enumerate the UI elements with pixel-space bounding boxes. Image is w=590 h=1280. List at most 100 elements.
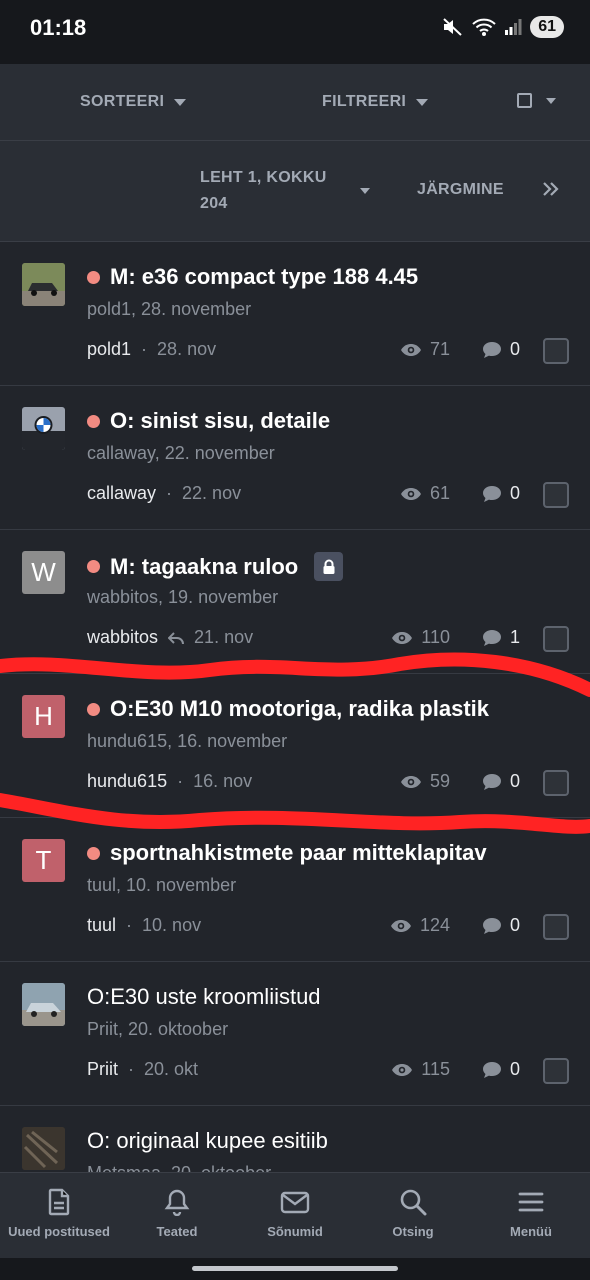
thread-stats: 59 0 [400,771,520,792]
filter-button[interactable]: FILTREERI [322,93,429,111]
thread-title-text: O:E30 M10 mootoriga, radika plastik [110,696,490,721]
avatar[interactable]: W [22,551,65,594]
thread-row[interactable]: H O:E30 M10 mootoriga, radika plastik hu… [0,674,590,818]
comment-icon [482,773,501,790]
nav-menu[interactable]: Menüü [472,1173,590,1258]
last-poster[interactable]: wabbitos [87,627,158,648]
last-poster[interactable]: hundu615 [87,771,167,792]
sort-button[interactable]: SORTEERI [80,93,187,111]
last-post-date[interactable]: 10. nov [142,915,201,936]
eye-icon [390,919,411,932]
bmw-car-photo-icon [22,407,65,450]
avatar[interactable]: T [22,839,65,882]
eye-icon [392,1063,413,1076]
last-page-button[interactable] [542,181,560,197]
thread-meta: pold1 · 28. nov [87,339,216,360]
thread-title[interactable]: M: tagaakna ruloo [87,552,570,581]
eye-icon [400,775,421,788]
comment-icon [482,485,501,502]
last-post-date[interactable]: 22. nov [182,483,241,504]
document-icon [48,1188,70,1216]
mute-icon [443,18,462,36]
select-all-button[interactable] [517,93,556,108]
thread-row[interactable]: T sportnahkistmete paar mitteklapitav tu… [0,818,590,962]
thread-title[interactable]: O: sinist sisu, detaile [87,408,570,434]
thread-title[interactable]: O:E30 M10 mootoriga, radika plastik [87,696,570,722]
last-post-date[interactable]: 28. nov [157,339,216,360]
views-count: 59 [400,771,450,792]
views-count: 61 [400,483,450,504]
thread-row[interactable]: W M: tagaakna ruloo wabbitos, 19. novemb… [0,530,590,674]
page-label: LEHT 1, KOKKU 204 [200,169,327,212]
thread-subtitle: wabbitos, 19. november [87,587,279,607]
avatar[interactable] [22,407,65,450]
nav-search-label: Otsing [392,1224,434,1239]
last-poster[interactable]: tuul [87,915,116,936]
thread-select-checkbox[interactable] [543,914,569,940]
last-post-date[interactable]: 21. nov [194,627,253,648]
page-caret-icon [360,188,370,194]
avatar[interactable]: H [22,695,65,738]
nav-messages[interactable]: Sõnumid [236,1173,354,1258]
thread-title-text: O:E30 uste kroomliistud [87,984,321,1009]
last-post-date[interactable]: 16. nov [193,771,252,792]
eye-icon [400,487,421,500]
thread-row[interactable]: O:E30 uste kroomliistud Priit, 20. oktoo… [0,962,590,1106]
thread-stats: 110 1 [391,627,520,648]
unread-dot-icon [87,414,100,428]
next-page-button[interactable]: JÄRGMINE [417,181,504,199]
last-poster[interactable]: callaway [87,483,156,504]
nav-new-posts[interactable]: Uued postitused [0,1173,118,1258]
thread-row[interactable]: O: sinist sisu, detaile callaway, 22. no… [0,386,590,530]
bottom-navigation: Uued postitused Teated Sõnumid Otsing Me… [0,1172,590,1258]
last-poster[interactable]: pold1 [87,339,131,360]
thread-stats: 61 0 [400,483,520,504]
avatar[interactable] [22,1127,65,1170]
thread-title-text: M: e36 compact type 188 4.45 [110,264,419,289]
search-icon [400,1189,427,1216]
views-count: 124 [390,915,450,936]
thread-title[interactable]: sportnahkistmete paar mitteklapitav [87,840,570,866]
last-post-date[interactable]: 20. okt [144,1059,198,1080]
thread-title[interactable]: M: e36 compact type 188 4.45 [87,264,570,290]
sort-caret-icon [174,98,187,106]
sort-filter-bar: SORTEERI FILTREERI [0,64,590,141]
thread-title-text: M: tagaakna ruloo [110,553,299,579]
thread-select-checkbox[interactable] [543,626,569,652]
avatar[interactable] [22,983,65,1026]
thread-stats: 71 0 [400,339,520,360]
thread-title[interactable]: O: originaal kupee esitiib [87,1128,570,1154]
select-caret-icon [546,97,556,104]
last-poster[interactable]: Priit [87,1059,118,1080]
thread-subtitle: Priit, 20. oktoober [87,1019,229,1039]
thread-select-checkbox[interactable] [543,770,569,796]
wifi-icon [472,18,496,36]
filter-label: FILTREERI [322,93,407,110]
replies-count: 0 [482,483,520,504]
separator: · [128,1059,134,1079]
thread-select-checkbox[interactable] [543,482,569,508]
thread-meta: hundu615 · 16. nov [87,771,252,792]
thread-title-text: O: originaal kupee esitiib [87,1128,328,1153]
thread-select-checkbox[interactable] [543,1058,569,1084]
thread-row[interactable]: M: e36 compact type 188 4.45 pold1, 28. … [0,242,590,386]
nav-alerts[interactable]: Teated [118,1173,236,1258]
views-count: 71 [400,339,450,360]
unread-dot-icon [87,270,100,284]
comment-icon [482,629,501,646]
status-icons: 61 [442,16,564,38]
page-jump-button[interactable]: LEHT 1, KOKKU 204 [200,165,370,217]
thread-title-text: sportnahkistmete paar mitteklapitav [110,840,487,865]
thread-stats: 115 0 [391,1059,520,1080]
nav-search[interactable]: Otsing [354,1173,472,1258]
nav-new-posts-label: Uued postitused [8,1224,110,1239]
avatar[interactable] [22,263,65,306]
separator: · [126,915,133,935]
thread-title[interactable]: O:E30 uste kroomliistud [87,984,570,1010]
thread-select-checkbox[interactable] [543,338,569,364]
comment-icon [482,1061,501,1078]
thread-meta: Priit · 20. okt [87,1059,198,1080]
thread-subtitle: callaway, 22. november [87,443,275,463]
replies-count: 0 [482,771,520,792]
home-gesture-bar[interactable] [192,1266,398,1271]
